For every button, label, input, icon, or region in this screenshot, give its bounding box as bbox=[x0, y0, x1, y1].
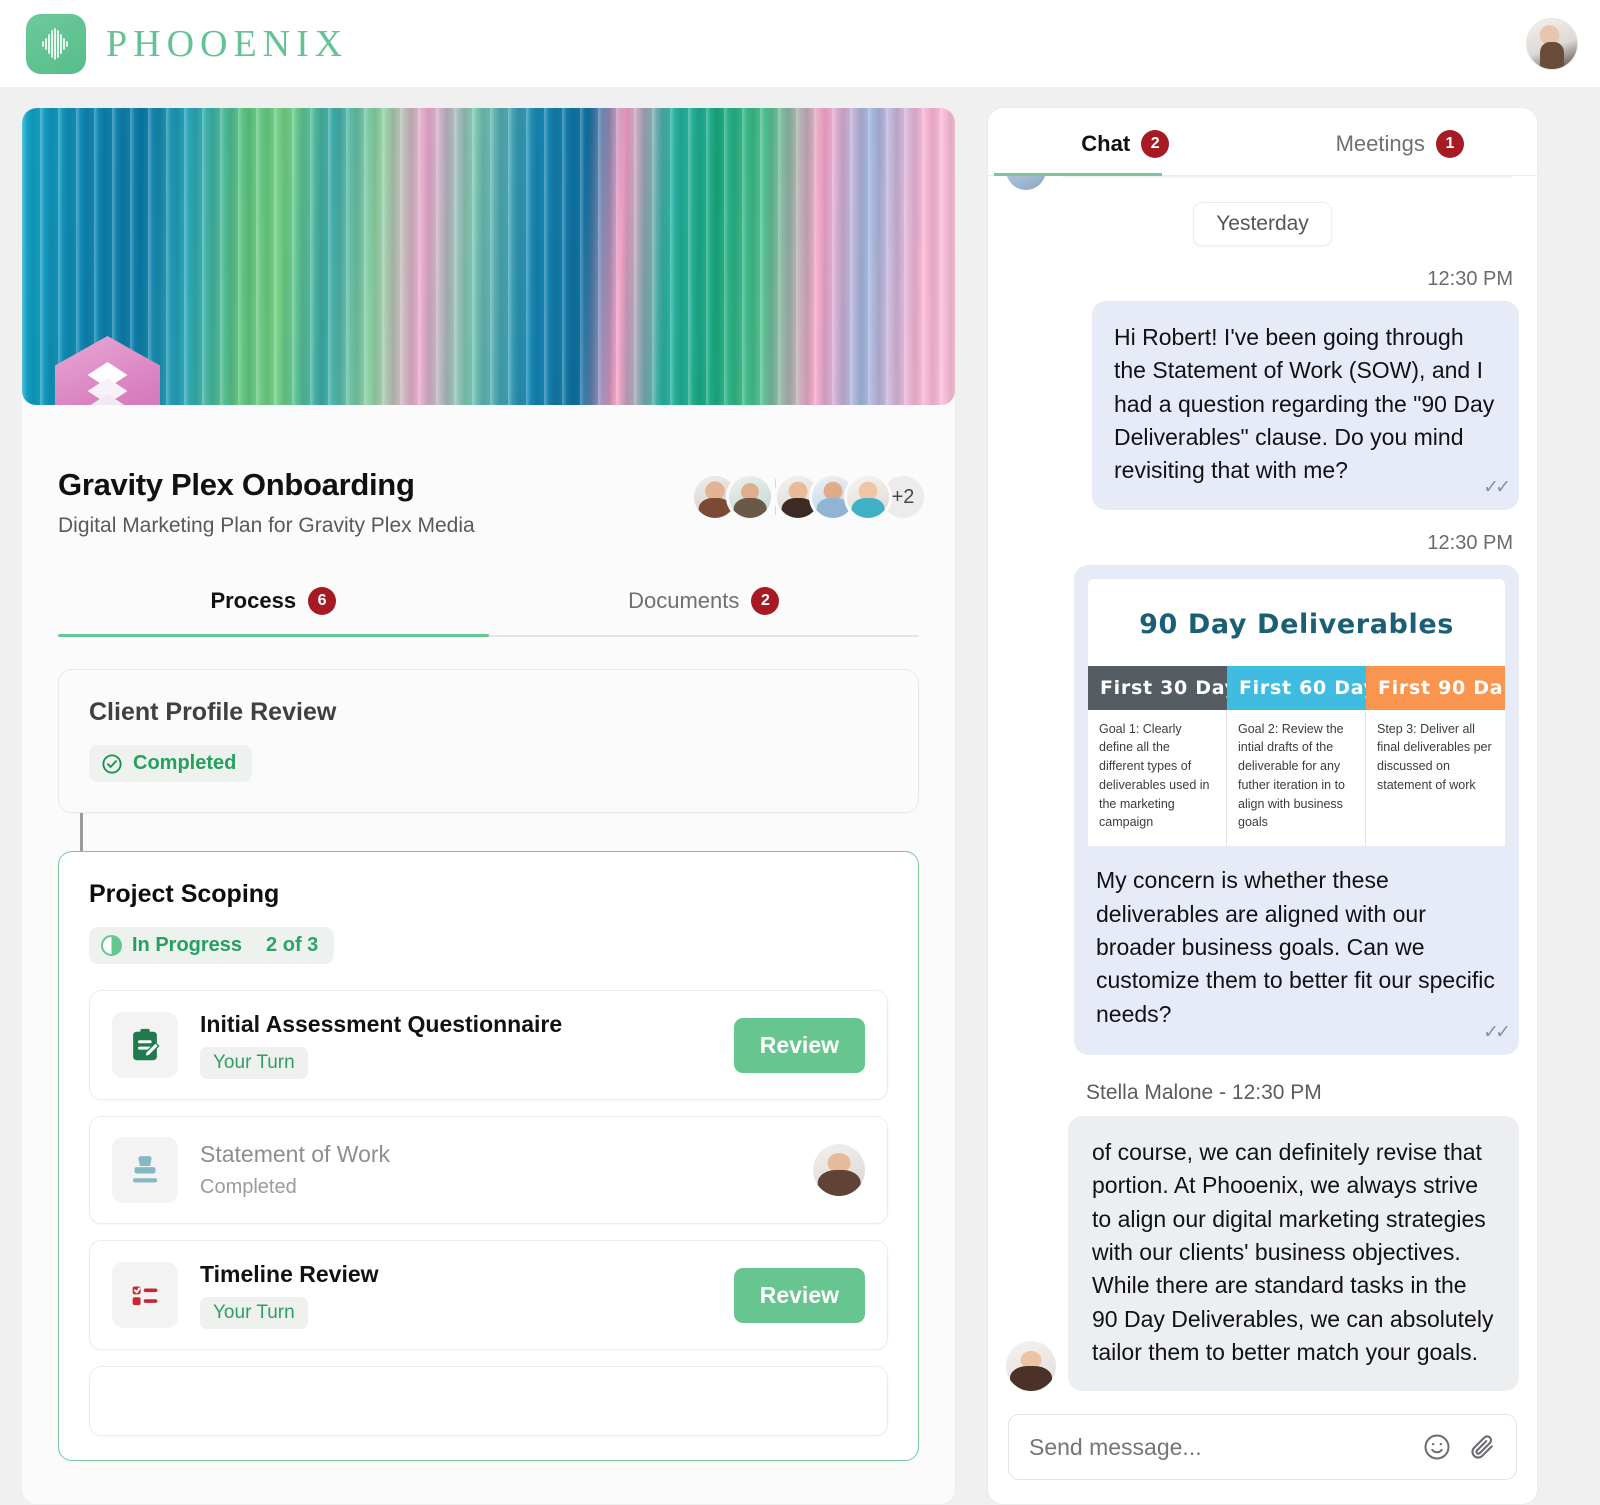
chat-panel: Chat 2 Meetings 1 Yesterday 12:30 PM Hi … bbox=[987, 107, 1538, 1505]
previous-message-partial bbox=[1006, 176, 1519, 190]
message-timestamp: 12:30 PM bbox=[1427, 268, 1513, 290]
tab-meetings[interactable]: Meetings 1 bbox=[1263, 130, 1538, 175]
message-list[interactable]: Yesterday 12:30 PM Hi Robert! I've been … bbox=[988, 176, 1537, 1400]
message-timestamp: 12:30 PM bbox=[1427, 531, 1513, 554]
message-text: Hi Robert! I've been going through the S… bbox=[1114, 324, 1495, 484]
task-title: Statement of Work bbox=[200, 1141, 391, 1167]
task-title: Initial Assessment Questionnaire bbox=[200, 1011, 563, 1037]
message-bubble-attachment[interactable]: 90 Day Deliverables First 30 Days Goal 1… bbox=[1074, 564, 1519, 1055]
member-avatar-group[interactable]: +2 bbox=[691, 467, 927, 521]
document-column-body: Goal 1: Clearly define all the different… bbox=[1088, 709, 1227, 847]
status-badge-label: In Progress bbox=[132, 934, 243, 956]
status-badge: Completed bbox=[89, 745, 253, 782]
soundwave-logo-icon bbox=[26, 13, 86, 74]
task-row[interactable] bbox=[89, 1366, 888, 1436]
task-row[interactable]: Timeline Review Your Turn Review bbox=[89, 1240, 888, 1350]
task-tag: Your Turn bbox=[200, 1047, 308, 1079]
message-text: My concern is whether these deliverables… bbox=[1074, 846, 1519, 1055]
tab-documents[interactable]: Documents 2 bbox=[489, 575, 920, 635]
page-title: Gravity Plex Onboarding bbox=[58, 467, 415, 502]
tab-process-count: 6 bbox=[308, 587, 337, 615]
avatar bbox=[1006, 176, 1046, 190]
step-connector bbox=[80, 813, 83, 851]
document-column: First 60 Days Goal 2: Review the intial … bbox=[1227, 665, 1366, 847]
message-composer bbox=[988, 1400, 1537, 1504]
project-panel: Gravity Plex Onboarding Digital Marketin… bbox=[21, 107, 956, 1505]
project-tabs: Process 6 Documents 2 bbox=[58, 575, 919, 637]
review-button[interactable]: Review bbox=[733, 1017, 865, 1073]
document-preview[interactable]: 90 Day Deliverables First 30 Days Goal 1… bbox=[1088, 578, 1505, 847]
task-row[interactable]: Initial Assessment Questionnaire Your Tu… bbox=[89, 990, 888, 1100]
composer-box[interactable] bbox=[1008, 1414, 1517, 1480]
double-check-icon: ✓✓ bbox=[1483, 477, 1511, 499]
document-column-header: First 60 Days bbox=[1227, 665, 1366, 710]
tab-chat-count: 2 bbox=[1141, 130, 1170, 158]
process-step-card[interactable]: Project Scoping In Progress 2 of 3 Initi… bbox=[58, 851, 919, 1461]
project-cover-image bbox=[22, 108, 955, 405]
project-subtitle: Digital Marketing Plan for Gravity Plex … bbox=[58, 514, 475, 537]
user-avatar[interactable] bbox=[1526, 17, 1578, 70]
message-text-value: My concern is whether these deliverables… bbox=[1096, 867, 1495, 1027]
checklist-icon bbox=[112, 1262, 178, 1328]
review-button[interactable]: Review bbox=[733, 1267, 865, 1323]
avatar[interactable] bbox=[726, 473, 774, 521]
avatar[interactable] bbox=[844, 473, 892, 521]
paperclip-icon[interactable] bbox=[1468, 1432, 1498, 1462]
assignee-avatar[interactable] bbox=[813, 1144, 865, 1196]
tab-meetings-count: 1 bbox=[1435, 130, 1464, 158]
tab-documents-label: Documents bbox=[628, 588, 740, 613]
task-tag: Your Turn bbox=[200, 1297, 308, 1329]
document-column-header: First 90 Da bbox=[1366, 665, 1505, 710]
document-column: First 30 Days Goal 1: Clearly define all… bbox=[1088, 665, 1227, 847]
stella-avatar[interactable] bbox=[1006, 1341, 1056, 1392]
task-title: Timeline Review bbox=[200, 1261, 379, 1287]
check-circle-icon bbox=[101, 753, 123, 775]
chat-tabs: Chat 2 Meetings 1 bbox=[988, 108, 1537, 176]
process-list: Client Profile Review Completed Project … bbox=[22, 637, 955, 1461]
tab-chat[interactable]: Chat 2 bbox=[988, 130, 1263, 175]
document-column: First 90 Da Step 3: Deliver all final de… bbox=[1366, 665, 1505, 847]
status-badge-count: 2 of 3 bbox=[266, 934, 319, 956]
task-status: Completed bbox=[200, 1176, 297, 1198]
message-bubble bbox=[1056, 176, 1519, 178]
stamp-icon bbox=[112, 1137, 178, 1203]
project-header: Gravity Plex Onboarding Digital Marketin… bbox=[22, 405, 955, 538]
day-separator-label: Yesterday bbox=[1193, 202, 1332, 246]
clipboard-edit-icon bbox=[112, 1012, 178, 1078]
process-step-card[interactable]: Client Profile Review Completed bbox=[58, 669, 919, 813]
tab-meetings-label: Meetings bbox=[1335, 131, 1425, 156]
document-column-header: First 30 Days bbox=[1088, 665, 1227, 710]
brand[interactable]: PHOOENIX bbox=[26, 13, 349, 74]
message-bubble-incoming[interactable]: of course, we can definitely revise that… bbox=[1068, 1115, 1519, 1392]
day-separator: Yesterday bbox=[1006, 202, 1519, 246]
double-check-icon: ✓✓ bbox=[1483, 1022, 1511, 1044]
status-badge: In Progress 2 of 3 bbox=[89, 927, 335, 964]
document-title: 90 Day Deliverables bbox=[1139, 608, 1454, 640]
message-row-incoming: of course, we can definitely revise that… bbox=[1006, 1115, 1519, 1392]
step-title: Client Profile Review bbox=[89, 698, 337, 726]
tab-chat-label: Chat bbox=[1081, 131, 1131, 156]
half-circle-icon bbox=[101, 935, 122, 956]
document-column-body: Step 3: Deliver all final deliverables p… bbox=[1377, 721, 1492, 792]
tab-process[interactable]: Process 6 bbox=[58, 575, 489, 635]
layers-icon bbox=[55, 336, 160, 405]
task-list: Initial Assessment Questionnaire Your Tu… bbox=[89, 990, 888, 1436]
step-title: Project Scoping bbox=[89, 880, 280, 908]
message-bubble-outgoing[interactable]: Hi Robert! I've been going through the S… bbox=[1092, 301, 1519, 510]
message-sender: Stella Malone - 12:30 PM bbox=[1086, 1080, 1322, 1104]
status-badge-label: Completed bbox=[133, 752, 237, 774]
document-column-body: Goal 2: Review the intial drafts of the … bbox=[1227, 709, 1366, 847]
smiley-icon[interactable] bbox=[1422, 1432, 1452, 1462]
tab-process-label: Process bbox=[210, 588, 297, 613]
brand-name: PHOOENIX bbox=[106, 22, 349, 65]
search-input message-input[interactable] bbox=[1029, 1433, 1406, 1461]
task-row[interactable]: Statement of Work Completed bbox=[89, 1116, 888, 1224]
app-header: PHOOENIX bbox=[0, 0, 1600, 87]
tab-documents-count: 2 bbox=[751, 587, 780, 615]
